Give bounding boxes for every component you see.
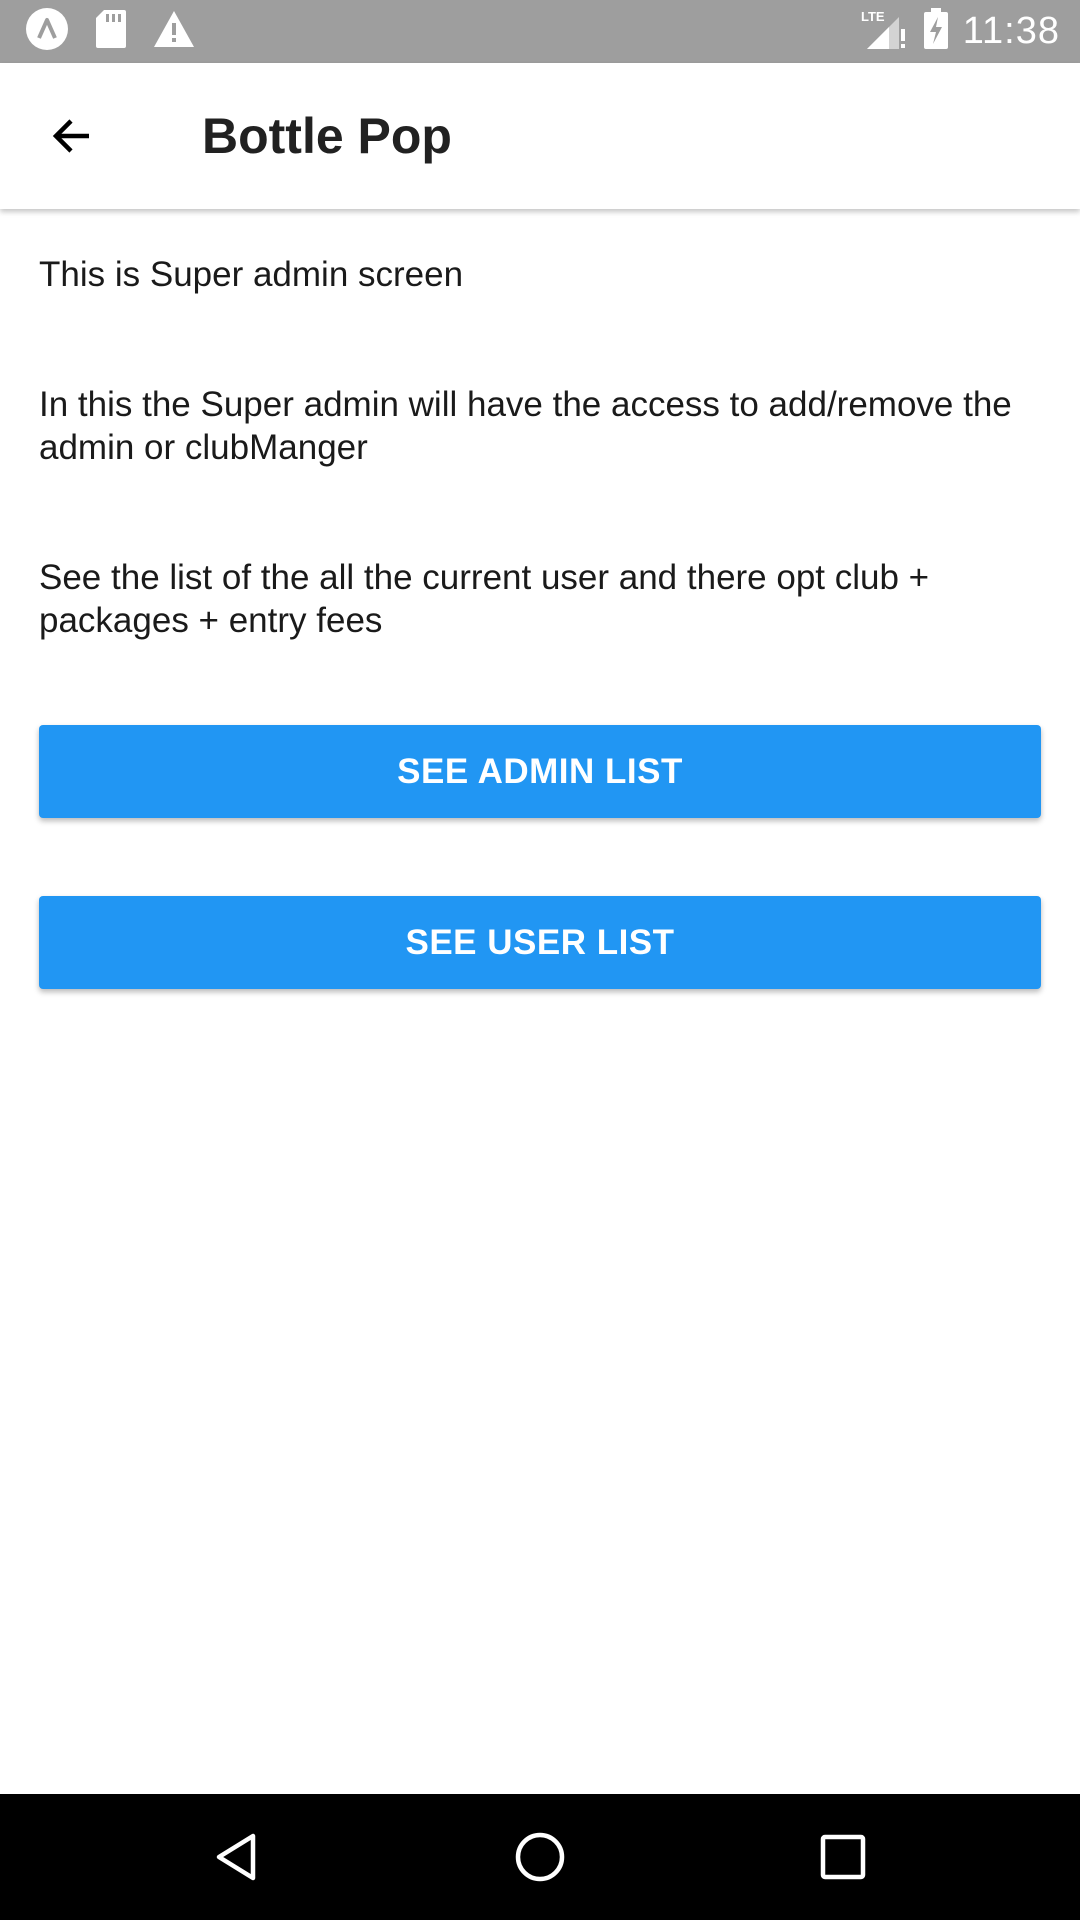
app-bar: Bottle Pop — [0, 63, 1080, 209]
sd-card-icon — [94, 8, 128, 55]
nav-recents-button[interactable] — [810, 1824, 876, 1890]
intro-text: This is Super admin screen — [39, 255, 464, 294]
lte-signal-icon: LTE — [859, 7, 909, 56]
app-notification-icon — [24, 6, 70, 57]
nav-back-icon — [216, 1833, 256, 1881]
arrow-back-icon — [52, 119, 89, 153]
nav-recents-icon — [820, 1834, 866, 1880]
back-button[interactable] — [30, 96, 116, 176]
nav-home-icon — [515, 1832, 565, 1882]
access-description-text: In this the Super admin will have the ac… — [39, 385, 1012, 467]
warning-icon — [152, 9, 196, 54]
user-list-description-text: See the list of the all the current user… — [39, 558, 930, 640]
page-title: Bottle Pop — [202, 108, 452, 164]
nav-back-button[interactable] — [203, 1824, 269, 1890]
screen: LTE 11:38 Bottle Pop This is Super admin… — [0, 0, 1080, 1920]
status-bar-left — [24, 0, 196, 63]
nav-home-button[interactable] — [507, 1824, 573, 1890]
system-nav-bar — [0, 1794, 1080, 1920]
status-bar: LTE 11:38 — [0, 0, 1080, 63]
status-bar-right: LTE 11:38 — [859, 0, 1060, 63]
see-admin-list-button[interactable]: SEE ADMIN LIST — [39, 725, 1041, 818]
see-user-list-button[interactable]: SEE USER LIST — [39, 896, 1041, 989]
status-time: 11:38 — [962, 10, 1060, 52]
battery-charging-icon — [923, 8, 949, 55]
network-label: LTE — [861, 9, 885, 24]
